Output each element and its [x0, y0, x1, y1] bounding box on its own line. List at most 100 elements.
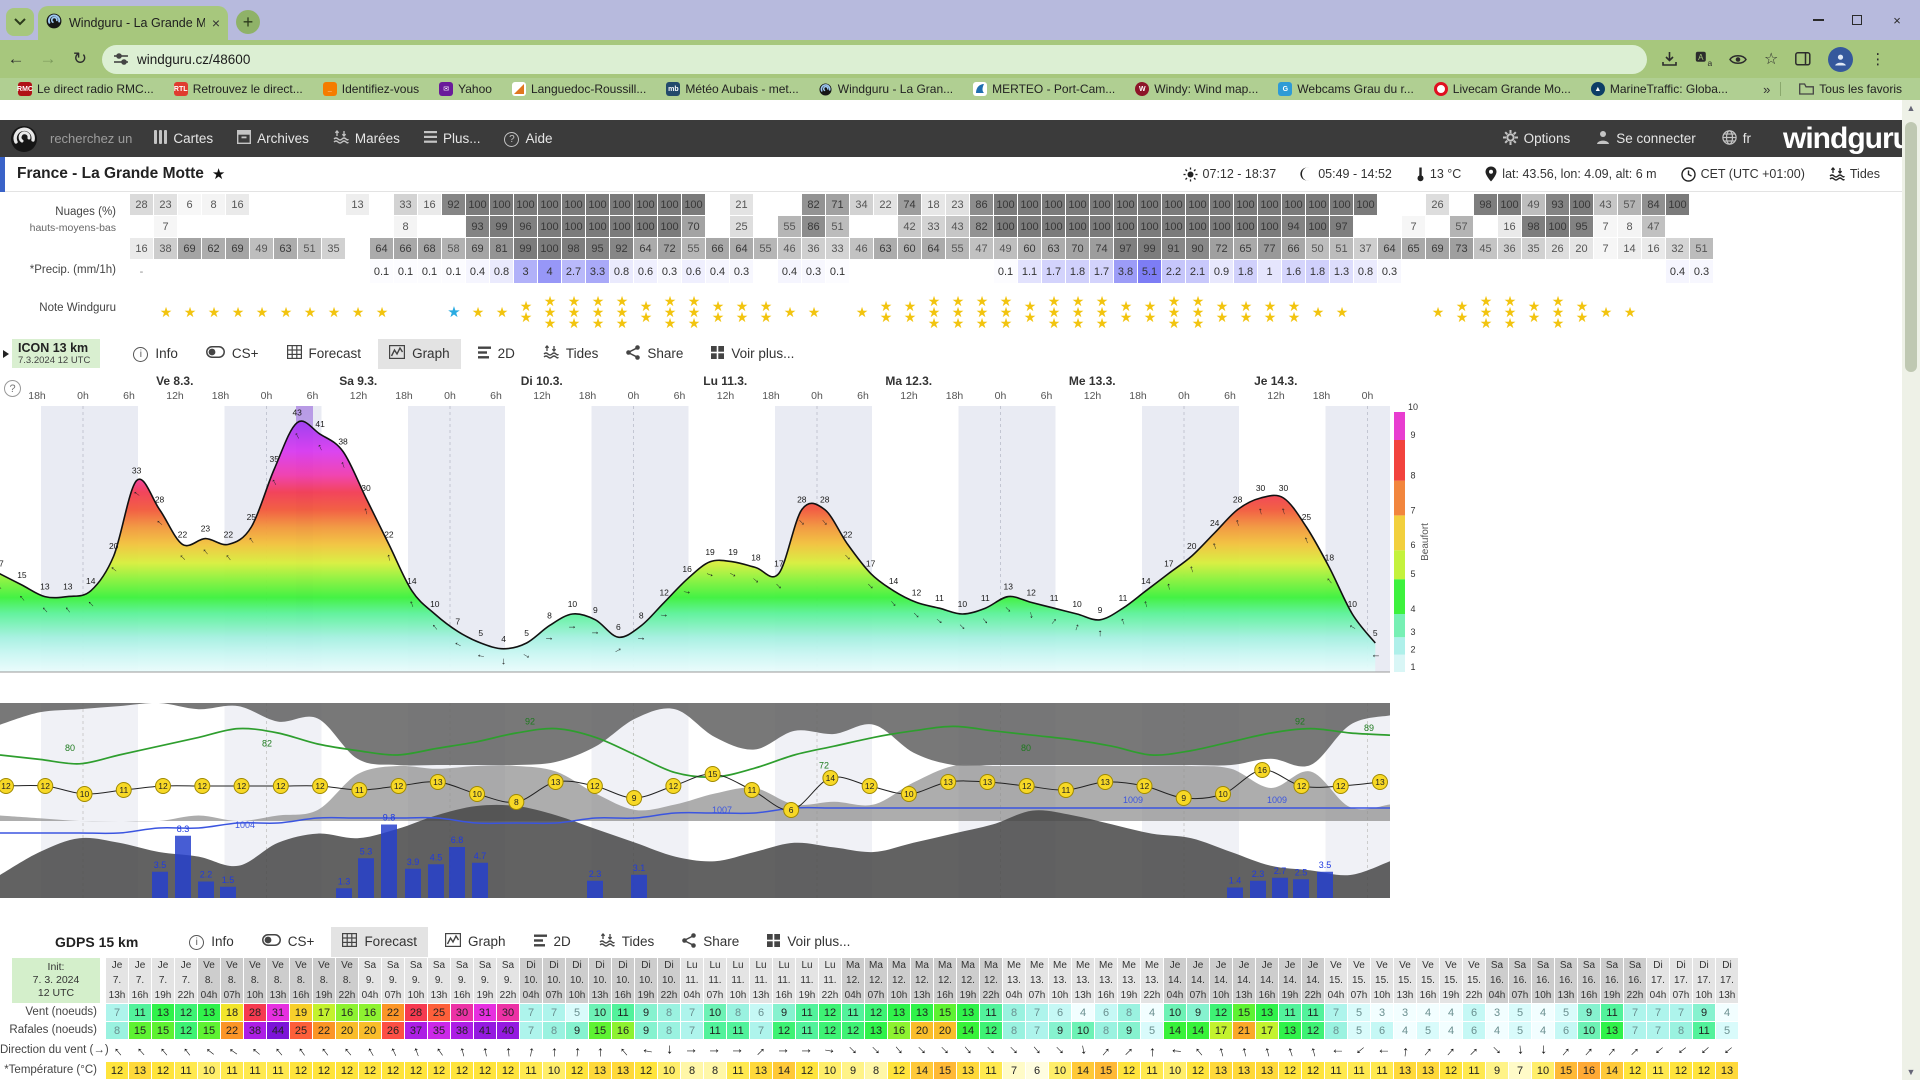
forward-button[interactable]: →	[32, 49, 64, 69]
tab-2d[interactable]: 2D	[523, 927, 582, 957]
all-favorites-button[interactable]: Tous les favoris	[1791, 80, 1910, 98]
bookmark-star-icon[interactable]: ☆	[1764, 49, 1778, 69]
bookmark-item[interactable]: ✉Yahoo	[431, 80, 500, 98]
page-scrollbar[interactable]: ▲ ▼	[1902, 100, 1920, 1080]
bookmark-item[interactable]: GWebcams Grau du r...	[1270, 80, 1422, 98]
cloud-cell: 100	[1210, 216, 1234, 238]
bookmark-item[interactable]: RMCLe direct radio RMC...	[10, 80, 162, 98]
tides-link[interactable]: Tides	[1850, 167, 1880, 181]
browser-tab[interactable]: Windguru - La Grande Motte ×	[38, 6, 228, 40]
tab-info[interactable]: iInfo	[122, 339, 189, 369]
gdps-model-label[interactable]: GDPS 15 km	[55, 934, 138, 950]
icon-model-label[interactable]: ICON 13 km 7.3.2024 12 UTC	[12, 339, 100, 368]
temperature-cell: 11	[727, 1062, 750, 1080]
sunrise-sunset: 07:12 - 18:37	[1203, 167, 1277, 181]
tab-forecast[interactable]: Forecast	[276, 339, 373, 369]
bookmark-item[interactable]: WWindy: Wind map...	[1127, 80, 1266, 98]
nav-item-mares[interactable]: Marées	[333, 130, 400, 147]
nav-item-archives[interactable]: Archives	[237, 130, 309, 147]
bookmark-item[interactable]: mbMétéo Aubais - met...	[658, 80, 806, 98]
thermometer-icon	[1416, 166, 1425, 182]
tab-tides[interactable]: Tides	[532, 339, 610, 369]
tab-voirplus[interactable]: Voir plus...	[756, 927, 861, 957]
nav-item-plus[interactable]: Plus...	[424, 130, 481, 147]
translate-icon[interactable]: Aa	[1695, 51, 1712, 67]
temperature-cell: 14	[773, 1062, 796, 1080]
bookmark-item[interactable]: Windguru - La Gran...	[811, 80, 961, 98]
svg-text:12: 12	[237, 781, 247, 791]
header-cell: 13h	[911, 988, 934, 1003]
spot-title: France - La Grande Motte	[17, 165, 204, 183]
browser-menu-icon[interactable]: ⋮	[1870, 50, 1885, 68]
profile-avatar[interactable]	[1828, 47, 1853, 72]
precip-cell: 2.7	[562, 260, 586, 284]
header-action-seconnecter[interactable]: Se connecter	[1596, 130, 1696, 148]
bookmarks-overflow-icon[interactable]: »	[1763, 82, 1770, 97]
scrollbar-thumb[interactable]	[1905, 122, 1917, 372]
header-action-fr[interactable]: fr	[1722, 130, 1751, 148]
bookmark-item[interactable]: Languedoc-Roussill...	[504, 80, 654, 98]
tab-forecast[interactable]: Forecast	[331, 927, 428, 957]
svg-text:92: 92	[525, 717, 535, 727]
tab-cs[interactable]: CS+	[251, 927, 326, 957]
favorite-star-icon[interactable]: ★	[212, 165, 225, 183]
tab-graph[interactable]: Graph	[434, 927, 517, 957]
bookmark-item[interactable]: MERTEO - Port-Cam...	[965, 80, 1123, 98]
cloud-cell: 70	[1066, 238, 1090, 260]
tab-label: Graph	[412, 346, 450, 361]
cloud-cell: 99	[514, 238, 538, 260]
close-window-icon[interactable]: ×	[1890, 13, 1904, 28]
cloud-pressure-graph[interactable]: 8082927280928910041007100910093.58.32.21…	[0, 703, 1400, 903]
wind-cell: 11	[612, 1004, 635, 1022]
cloud-cell: 60	[898, 238, 922, 260]
nav-item-aide[interactable]: ?Aide	[504, 130, 552, 147]
bookmark-item[interactable]: RTLRetrouvez le direct...	[166, 80, 311, 98]
nav-item-cartes[interactable]: Cartes	[154, 130, 213, 147]
reload-button[interactable]: ↻	[64, 49, 96, 69]
bookmark-item[interactable]: Livecam Grande Mo...	[1426, 80, 1579, 98]
cloud-cell: 93	[466, 216, 490, 238]
bookmark-item[interactable]: ▲MarineTraffic: Globa...	[1583, 80, 1736, 98]
header-cell: 15.	[1325, 973, 1348, 988]
windguru-logo[interactable]	[10, 125, 38, 153]
address-bar[interactable]: windguru.cz/48600	[102, 45, 1647, 74]
close-tab-icon[interactable]: ×	[212, 15, 220, 31]
search-input[interactable]: recherchez un	[50, 131, 132, 146]
precip-cell	[922, 260, 946, 284]
wind-cell: 12	[865, 1004, 888, 1022]
header-action-options[interactable]: Options	[1503, 130, 1571, 148]
maximize-icon[interactable]	[1852, 15, 1862, 25]
temperature-cell: 15	[934, 1062, 957, 1080]
temperature-cell: 12	[1670, 1062, 1693, 1080]
rating-cell: ★★★	[922, 284, 946, 340]
tab-tides[interactable]: Tides	[588, 927, 666, 957]
minimize-icon[interactable]	[1813, 19, 1824, 21]
new-tab-button[interactable]: +	[236, 10, 260, 34]
scroll-up-icon[interactable]: ▲	[1902, 103, 1920, 113]
tides-icon[interactable]	[1829, 167, 1845, 181]
temperature-cell: 12	[313, 1062, 336, 1080]
back-button[interactable]: ←	[0, 49, 32, 69]
scroll-down-icon[interactable]: ▼	[1902, 1067, 1920, 1077]
wind-cell: 4	[1394, 1022, 1417, 1040]
tab-voirplus[interactable]: Voir plus...	[700, 339, 805, 369]
tab-2d[interactable]: 2D	[467, 339, 526, 369]
tab-share[interactable]: Share	[671, 927, 750, 957]
eye-icon[interactable]	[1729, 53, 1747, 66]
cs-icon	[206, 346, 225, 361]
svg-text:10: 10	[430, 599, 440, 609]
download-icon[interactable]	[1661, 51, 1678, 67]
svg-text:↑: ↑	[566, 625, 577, 630]
tab-search-button[interactable]	[6, 8, 34, 36]
action-label: Se connecter	[1616, 131, 1696, 146]
collapse-arrow-icon[interactable]	[3, 350, 9, 358]
star-icon: ★	[1456, 312, 1469, 323]
temperature-cell: 11	[267, 1062, 290, 1080]
tab-share[interactable]: Share	[615, 339, 694, 369]
wind-graph[interactable]: 18h0h6h12hVe 8.3.18h0h6h12hSa 9.3.18h0h6…	[0, 372, 1440, 702]
tab-cs[interactable]: CS+	[195, 339, 270, 369]
tab-info[interactable]: iInfo	[178, 927, 245, 957]
bookmark-item[interactable]: _Identifiez-vous	[315, 80, 427, 98]
side-panel-icon[interactable]	[1795, 52, 1811, 66]
tab-graph[interactable]: Graph	[378, 339, 461, 369]
